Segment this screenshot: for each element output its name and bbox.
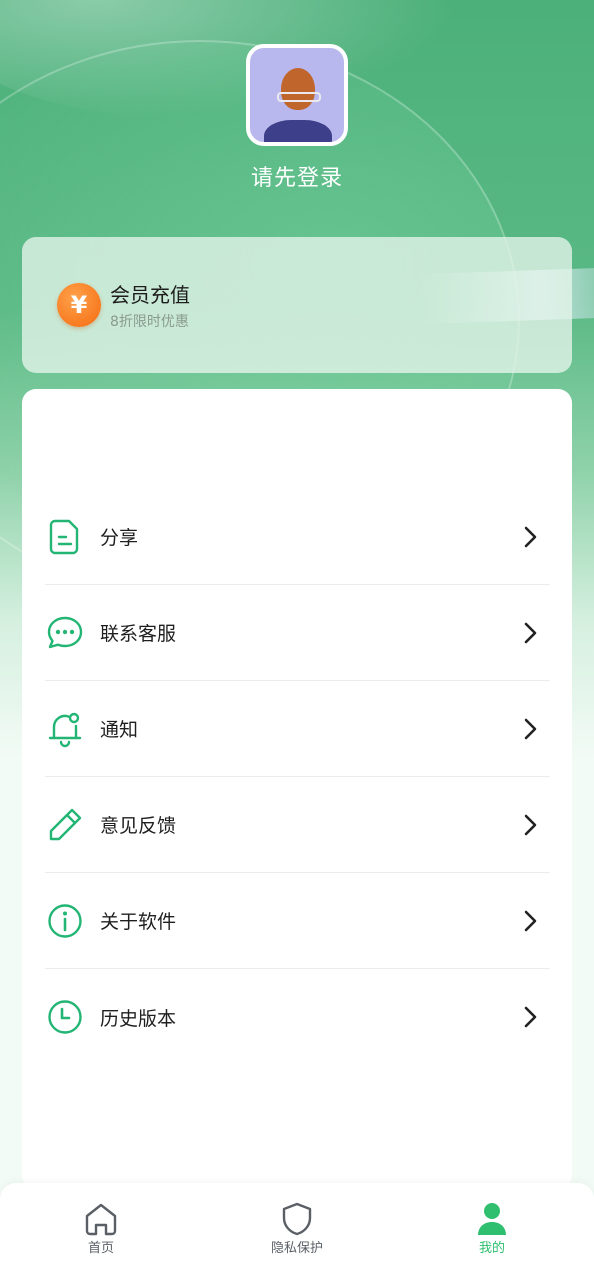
menu-item-share[interactable]: 分享 xyxy=(45,489,550,585)
chevron-right-icon xyxy=(524,910,537,931)
menu-item-label: 历史版本 xyxy=(100,1007,177,1030)
vip-title: 会员充值 xyxy=(110,283,190,307)
tab-home[interactable]: 首页 xyxy=(41,1201,161,1256)
chevron-right-icon xyxy=(524,526,537,547)
menu-item-feedback[interactable]: 意见反馈 xyxy=(45,777,550,873)
menu-item-notifications[interactable]: 通知 xyxy=(45,681,550,777)
clock-icon xyxy=(48,1000,82,1034)
chevron-right-icon xyxy=(524,622,537,643)
menu-card: 分享 联系客服 通知 意见反馈 关于软件 历史版本 xyxy=(22,389,572,1189)
menu-item-about[interactable]: 关于软件 xyxy=(45,873,550,969)
menu-item-label: 意见反馈 xyxy=(100,815,177,837)
menu-item-label: 关于软件 xyxy=(100,911,177,933)
bottom-tab-bar: 首页 隐私保护 我的 xyxy=(0,1183,594,1280)
tab-label: 隐私保护 xyxy=(270,1241,323,1256)
home-icon xyxy=(85,1203,117,1236)
user-icon xyxy=(478,1203,506,1235)
vip-subtitle: 8折限时优惠 xyxy=(110,314,189,330)
chat-bubble-icon xyxy=(47,616,83,648)
chevron-right-icon xyxy=(524,1006,537,1028)
chevron-right-icon xyxy=(524,814,537,835)
document-icon xyxy=(49,519,79,554)
tab-label: 首页 xyxy=(87,1241,114,1256)
menu-item-customer-service[interactable]: 联系客服 xyxy=(45,585,550,681)
menu-item-label: 通知 xyxy=(100,719,139,741)
info-icon xyxy=(48,903,82,938)
yuan-coin-icon: ¥ xyxy=(57,283,101,327)
tab-label: 我的 xyxy=(478,1241,505,1256)
avatar[interactable] xyxy=(246,44,348,146)
menu-item-label: 联系客服 xyxy=(100,623,177,645)
bell-icon xyxy=(48,712,82,747)
tab-mine[interactable]: 我的 xyxy=(432,1201,552,1256)
menu-list: 分享 联系客服 通知 意见反馈 关于软件 历史版本 xyxy=(45,489,550,1065)
menu-item-label: 分享 xyxy=(100,527,139,549)
vip-recharge-card[interactable]: ¥ 会员充值 8折限时优惠 xyxy=(22,237,572,373)
tab-privacy[interactable]: 隐私保护 xyxy=(237,1201,357,1256)
profile-section: 请先登录 xyxy=(0,44,594,192)
menu-item-history-versions[interactable]: 历史版本 xyxy=(45,969,550,1065)
login-prompt[interactable]: 请先登录 xyxy=(0,160,594,192)
shield-icon xyxy=(282,1202,312,1236)
pencil-icon xyxy=(49,808,82,840)
chevron-right-icon xyxy=(524,718,537,739)
